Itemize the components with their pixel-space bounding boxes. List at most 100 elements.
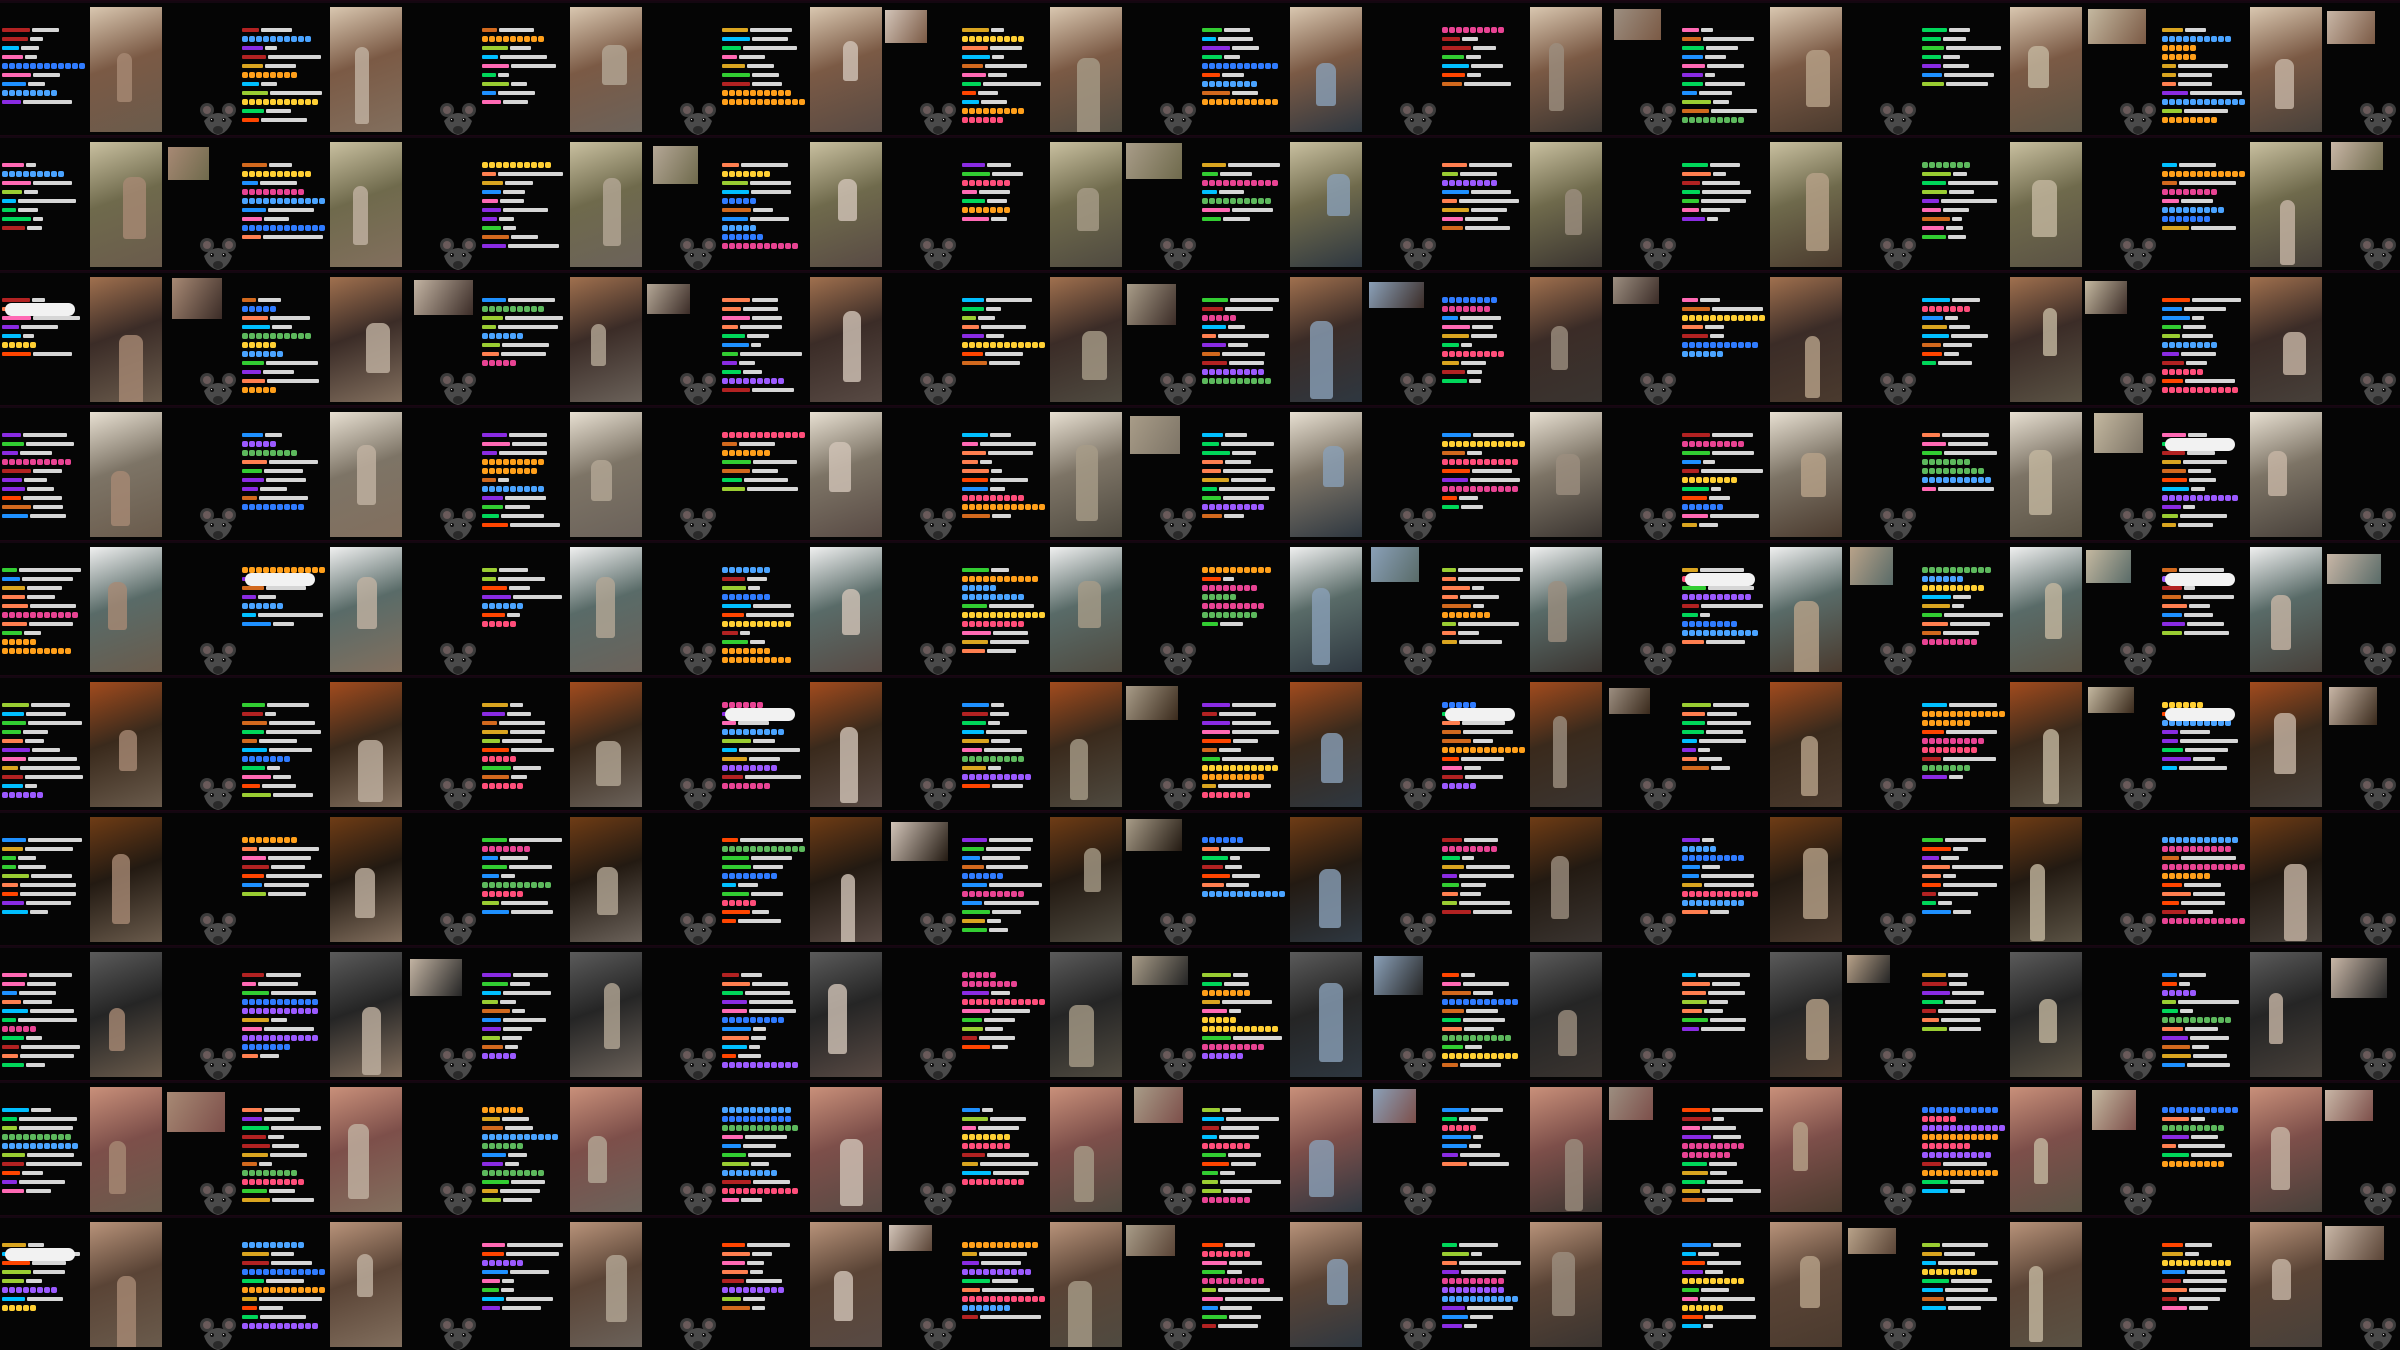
emote-icon bbox=[2183, 216, 2189, 222]
emote-icon bbox=[1936, 1170, 1942, 1176]
emote-icon bbox=[531, 36, 537, 42]
chat-text bbox=[747, 334, 769, 338]
emote-icon bbox=[2197, 1260, 2203, 1266]
chat-emote-row bbox=[2162, 990, 2246, 996]
emote-icon bbox=[496, 756, 502, 762]
emote-icon bbox=[37, 63, 43, 69]
emote-icon bbox=[270, 198, 276, 204]
emote-icon bbox=[1957, 765, 1963, 771]
chat-message bbox=[1442, 756, 1526, 762]
chat-username bbox=[722, 919, 736, 923]
emote-icon bbox=[1682, 1305, 1688, 1311]
emote-icon bbox=[1011, 36, 1017, 42]
emote-icon bbox=[277, 36, 283, 42]
emote-icon bbox=[2162, 117, 2168, 123]
chat-text bbox=[2192, 316, 2204, 320]
emote-icon bbox=[1978, 1134, 1984, 1140]
emote-icon bbox=[1202, 63, 1208, 69]
chat-emote-row bbox=[962, 36, 1046, 42]
emote-icon bbox=[1456, 27, 1462, 33]
emote-icon bbox=[1710, 477, 1716, 483]
chat-message bbox=[722, 468, 806, 474]
emote-icon bbox=[9, 90, 15, 96]
emote-icon bbox=[750, 1188, 756, 1194]
chat-text bbox=[26, 901, 71, 905]
inset-clip bbox=[2331, 958, 2387, 998]
emote-icon bbox=[1936, 567, 1942, 573]
chat-emote-row bbox=[1202, 612, 1286, 618]
chat-username bbox=[1442, 1063, 1458, 1067]
chat-username bbox=[1682, 1009, 1702, 1013]
emote-icon bbox=[722, 99, 728, 105]
chat-emote-row bbox=[1442, 459, 1526, 465]
emote-icon bbox=[58, 612, 64, 618]
chat-emote-row bbox=[1442, 1053, 1526, 1059]
emote-icon bbox=[2225, 495, 2231, 501]
chat-text bbox=[505, 505, 530, 509]
chat-text bbox=[753, 208, 773, 212]
rat-mask-icon bbox=[2360, 508, 2396, 540]
emote-icon bbox=[1223, 1143, 1229, 1149]
chat-emote-row bbox=[2, 612, 86, 618]
chat-username bbox=[1442, 883, 1459, 887]
chat-username bbox=[2, 226, 25, 230]
emote-icon bbox=[2183, 1260, 2189, 1266]
emote-icon bbox=[1209, 603, 1215, 609]
emote-icon bbox=[1929, 738, 1935, 744]
emote-icon bbox=[983, 594, 989, 600]
emote-icon bbox=[2218, 837, 2224, 843]
chat-message bbox=[482, 450, 566, 456]
emote-icon bbox=[729, 171, 735, 177]
emote-icon bbox=[1950, 1125, 1956, 1131]
emote-icon bbox=[1950, 306, 1956, 312]
chat-username bbox=[2162, 892, 2191, 896]
chat-username bbox=[1682, 163, 1708, 167]
rat-mask-icon bbox=[1160, 778, 1196, 810]
chat-text bbox=[2188, 469, 2211, 473]
chat-message bbox=[2162, 612, 2246, 618]
emote-icon bbox=[1470, 297, 1476, 303]
emote-icon bbox=[1696, 630, 1702, 636]
emote-icon bbox=[2162, 495, 2168, 501]
emote-icon bbox=[792, 846, 798, 852]
chat-emote-row bbox=[482, 1260, 566, 1266]
chat-username bbox=[2, 451, 18, 455]
chat-username bbox=[1922, 910, 1951, 914]
emote-icon bbox=[1230, 63, 1236, 69]
emote-icon bbox=[2162, 171, 2168, 177]
chat-emote-row bbox=[242, 450, 326, 456]
chat-message bbox=[1682, 522, 1766, 528]
emote-icon bbox=[503, 162, 509, 168]
chat-username bbox=[962, 1117, 988, 1121]
emote-icon bbox=[1484, 747, 1490, 753]
rat-mask-icon bbox=[920, 643, 956, 675]
emote-icon bbox=[319, 198, 325, 204]
emote-icon bbox=[1682, 846, 1688, 852]
stream-frame bbox=[1200, 405, 1440, 540]
emote-icon bbox=[1442, 441, 1448, 447]
emote-icon bbox=[65, 63, 71, 69]
chat-username bbox=[962, 1045, 990, 1049]
video-thumbnail bbox=[1290, 1222, 1362, 1347]
chat-username bbox=[1202, 1036, 1231, 1040]
chat-emote-row bbox=[2162, 1260, 2246, 1266]
emote-icon bbox=[2169, 837, 2175, 843]
emote-icon bbox=[1018, 504, 1024, 510]
chat-username bbox=[242, 1126, 269, 1130]
emote-icon bbox=[778, 1062, 784, 1068]
chat-message bbox=[242, 1143, 326, 1149]
chat-message bbox=[2, 891, 86, 897]
emote-icon bbox=[291, 1170, 297, 1176]
emote-icon bbox=[510, 1260, 516, 1266]
emote-icon bbox=[1964, 1269, 1970, 1275]
emote-icon bbox=[284, 171, 290, 177]
rat-mask-icon bbox=[1400, 1318, 1436, 1350]
chat-emote-row bbox=[2, 171, 86, 177]
emote-icon bbox=[256, 756, 262, 762]
chat-message bbox=[2, 486, 86, 492]
video-thumbnail bbox=[2010, 7, 2082, 132]
chat-text bbox=[986, 730, 1027, 734]
emote-icon bbox=[270, 1035, 276, 1041]
chat-message bbox=[962, 864, 1046, 870]
chat-text bbox=[30, 1009, 74, 1013]
